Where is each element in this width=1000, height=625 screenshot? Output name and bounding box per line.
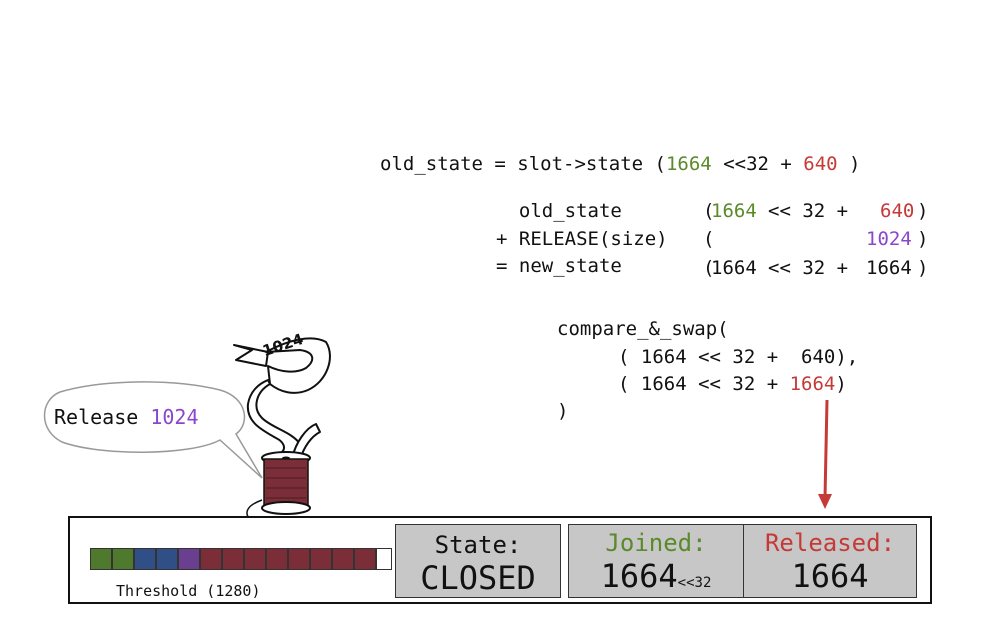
state-box: State: CLOSED [395,524,561,598]
progress-segment [200,548,222,570]
joined-shift-suffix: <<32 [677,575,712,591]
released-label: Released: [764,529,896,557]
progress-segment [266,548,288,570]
state-label: State: [434,531,522,559]
progress-segment [244,548,266,570]
down-arrow [818,399,832,509]
progress-segment [310,548,332,570]
bubble-amount: 1024 [150,405,199,429]
joined-label: Joined: [605,529,707,557]
progress-segment [222,548,244,570]
speech-bubble [43,381,263,479]
progress-segment [332,548,354,570]
progress-segment [376,548,392,570]
ribbon [233,337,331,461]
progress-segment [90,548,112,570]
progress-segment [134,548,156,570]
progress-segment [112,548,134,570]
progress-segment [288,548,310,570]
progress-segment [178,548,200,570]
released-box: Released: 1664 [743,524,917,598]
progress-segment [354,548,376,570]
released-value: 1664 [791,557,869,595]
joined-box: Joined: 1664<<32 [568,524,744,598]
bubble-text: Release 1024 [54,405,199,429]
progress-segment [156,548,178,570]
bubble-label: Release [54,405,151,429]
threshold-label: Threshold (1280) [116,582,261,600]
joined-value-wrap: 1664<<32 [569,557,743,595]
joined-value: 1664 [600,557,678,595]
state-value: CLOSED [420,559,536,597]
